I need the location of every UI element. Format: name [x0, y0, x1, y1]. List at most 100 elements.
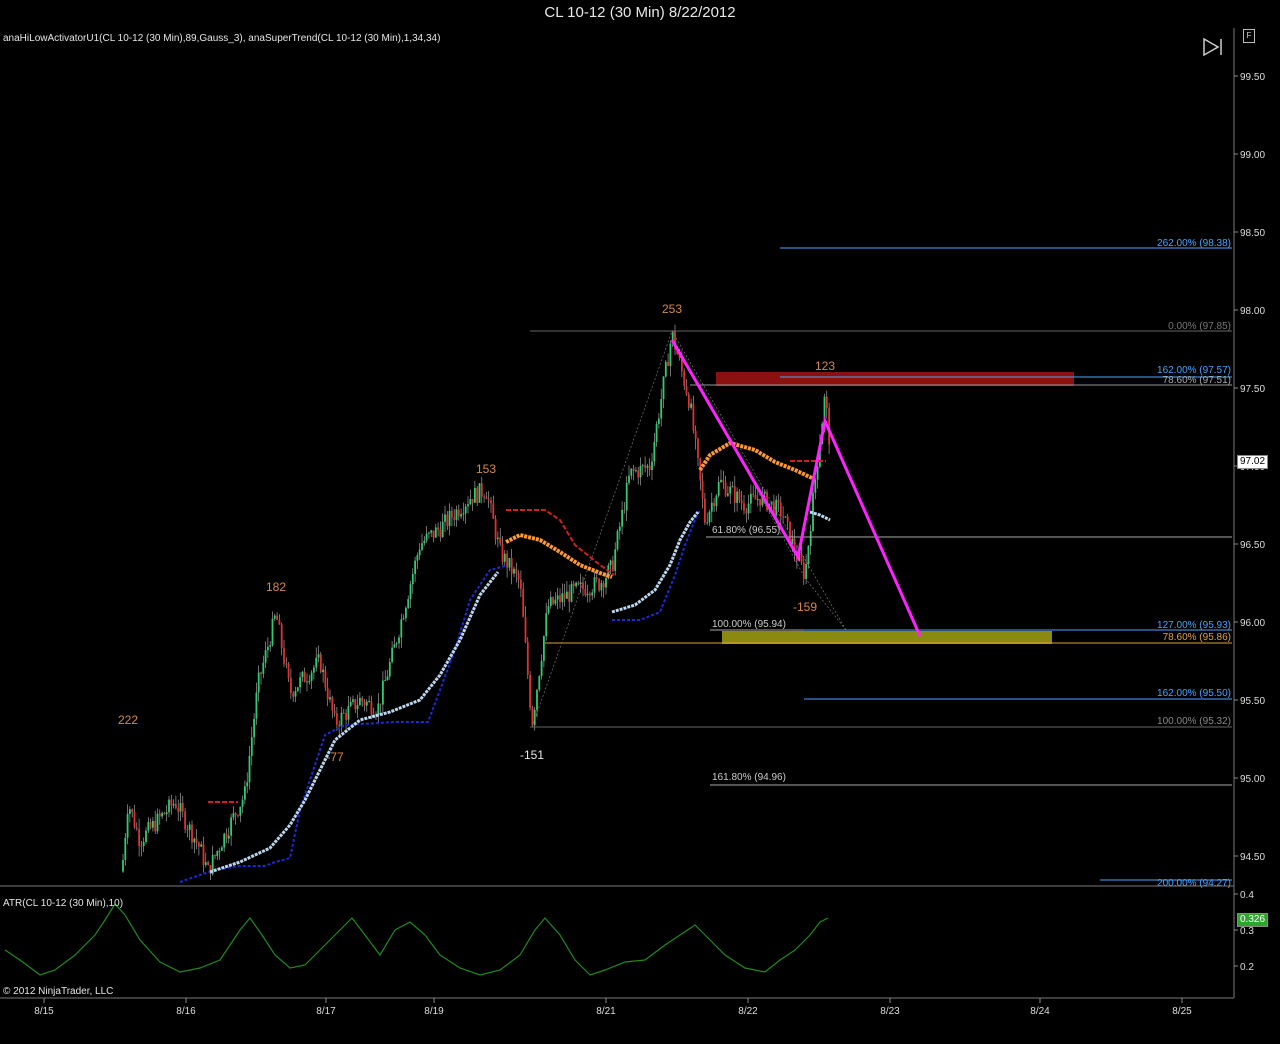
candle-body — [471, 498, 474, 503]
candle-body — [747, 503, 750, 514]
candle-body — [729, 486, 732, 494]
candle-body — [232, 813, 235, 818]
candle-body — [214, 854, 216, 857]
candle-body — [664, 361, 667, 377]
candle-body — [563, 593, 566, 599]
candle-body — [200, 844, 203, 847]
candle-body — [600, 583, 603, 591]
x-date-label: 8/24 — [1030, 1006, 1050, 1017]
candle-body — [646, 465, 649, 468]
x-date-label: 8/21 — [596, 1006, 616, 1017]
candle-body — [317, 654, 320, 658]
x-date-label: 8/17 — [316, 1006, 336, 1017]
candle-body — [365, 701, 368, 706]
candle-body — [667, 361, 669, 366]
candle-body — [598, 579, 600, 591]
candle-body — [241, 799, 244, 807]
candle-body — [724, 482, 727, 496]
candle-body — [202, 844, 205, 865]
candle-body — [225, 833, 228, 839]
candle-body — [306, 681, 308, 683]
candle-body — [775, 499, 778, 516]
candle-body — [402, 618, 405, 620]
x-date-label: 8/23 — [880, 1006, 900, 1017]
candle-body — [184, 811, 186, 830]
resistance-zone — [716, 372, 1074, 386]
candle-body — [446, 514, 449, 526]
candle-body — [568, 591, 571, 602]
candle-body — [131, 809, 134, 813]
y-tick-label: 99.00 — [1240, 150, 1265, 161]
candle-body — [356, 705, 359, 710]
candle-body — [531, 707, 534, 726]
candle-body — [175, 803, 177, 809]
candle-body — [782, 516, 784, 518]
candle-body — [469, 498, 472, 505]
candle-body — [361, 697, 364, 702]
y-tick-label: 95.50 — [1240, 696, 1265, 707]
scroll-to-end-icon[interactable] — [1200, 36, 1226, 58]
candle-body — [570, 583, 573, 602]
candle-body — [554, 599, 557, 604]
candle-body — [423, 540, 426, 544]
candle-body — [290, 678, 292, 693]
candle-body — [248, 755, 251, 783]
candle-body — [172, 803, 175, 806]
candle-body — [809, 530, 812, 546]
candle-body — [759, 499, 761, 506]
candle-body — [722, 479, 725, 483]
candle-body — [147, 822, 150, 831]
candle-body — [170, 799, 173, 806]
candle-body — [690, 403, 692, 408]
candle-body — [752, 493, 755, 495]
candle-body — [133, 812, 136, 828]
candle-body — [658, 418, 660, 424]
candle-body — [451, 510, 453, 518]
candle-body — [494, 518, 497, 540]
candle-body — [660, 399, 663, 419]
candle-body — [250, 737, 253, 756]
candle-body — [605, 577, 607, 588]
candle-body — [584, 588, 587, 596]
fib-level-label: 78.60% (97.51) — [1163, 375, 1231, 386]
candle-body — [501, 543, 504, 562]
support-zone — [722, 631, 1052, 644]
candle-body — [333, 710, 336, 714]
candle-body — [520, 579, 522, 589]
candle-body — [720, 479, 722, 483]
candle-body — [609, 560, 612, 566]
candle-body — [294, 691, 297, 697]
indicator-label: anaHiLowActivatorU1(CL 10-12 (30 Min),89… — [3, 33, 441, 44]
candle-body — [246, 782, 249, 787]
candle-body — [526, 641, 529, 675]
swing-point-label: -159 — [793, 600, 817, 614]
candle-body — [432, 530, 435, 538]
fib-level-label: 100.00% (95.94) — [712, 619, 786, 630]
candle-body — [382, 680, 384, 705]
float-toggle-button[interactable]: F — [1243, 29, 1255, 43]
candle-body — [158, 813, 161, 817]
candle-body — [623, 509, 626, 511]
candle-body — [388, 662, 391, 677]
candle-body — [586, 593, 589, 596]
candle-body — [464, 506, 467, 514]
candle-body — [140, 845, 143, 847]
fib-level-label: 0.00% (97.85) — [1168, 321, 1231, 332]
swing-point-label: 123 — [815, 359, 835, 373]
candle-body — [800, 553, 803, 563]
candle-body — [595, 577, 598, 580]
supertrend-light-line — [611, 511, 700, 614]
candle-body — [529, 674, 531, 708]
fib-level-label: 127.00% (95.93) — [1157, 620, 1231, 631]
candle-body — [280, 624, 283, 649]
candle-body — [490, 500, 492, 504]
candle-body — [379, 703, 382, 705]
candle-body — [814, 479, 817, 493]
candle-body — [179, 802, 182, 812]
candle-body — [462, 513, 465, 515]
candle-body — [269, 645, 272, 647]
candle-body — [395, 643, 398, 645]
candle-body — [310, 672, 313, 681]
candle-body — [255, 692, 258, 719]
chart-canvas[interactable]: 99.5099.0098.5098.0097.5097.0096.5096.00… — [0, 0, 1280, 1044]
